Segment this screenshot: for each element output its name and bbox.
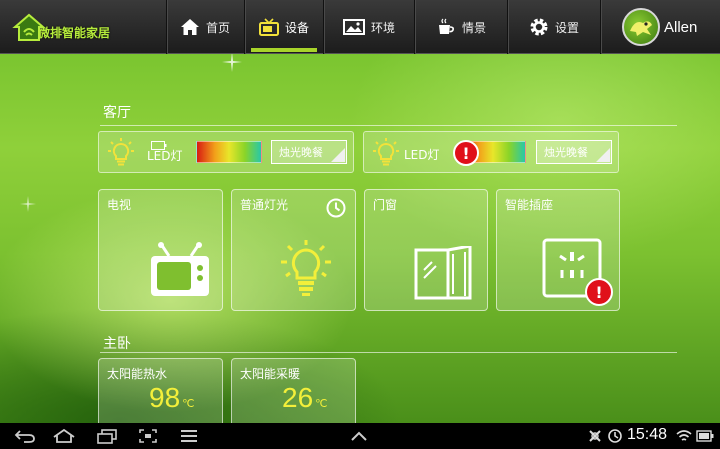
lightbulb-icon [278, 238, 334, 304]
device-tile-smart-socket[interactable]: 智能插座 ! [496, 189, 620, 311]
app-logo-text: 微排智能家居 [38, 25, 111, 40]
led-light-control-1[interactable]: LED灯 烛光晚餐 [98, 131, 354, 173]
nav-tab-settings[interactable]: 设置 [508, 0, 600, 54]
sparkle-decoration [20, 196, 36, 212]
notification-icon [588, 428, 602, 447]
section-divider [100, 352, 677, 353]
app-logo[interactable]: 微排智能家居 [12, 10, 110, 44]
menu-icon[interactable] [180, 428, 198, 448]
device-tile-label: 太阳能热水 [107, 367, 168, 381]
led-light-label: LED灯 [147, 149, 183, 163]
sparkle-decoration [222, 52, 242, 72]
temperature-value: 26 [282, 382, 314, 413]
nav-tab-scenes[interactable]: 情景 [415, 0, 507, 54]
battery-status-icon [696, 428, 714, 447]
device-tile-doors-windows[interactable]: 门窗 [364, 189, 488, 311]
recent-apps-icon[interactable] [96, 428, 118, 448]
lightbulb-icon [105, 136, 137, 172]
wifi-icon [676, 428, 692, 447]
home-icon [180, 18, 200, 36]
chevron-up-icon[interactable] [350, 428, 368, 447]
color-slider[interactable] [196, 141, 262, 163]
tv-icon [149, 242, 211, 304]
nav-tab-environment[interactable]: 环境 [324, 0, 414, 54]
led-light-label: LED灯 [404, 148, 440, 162]
nav-tab-devices[interactable]: 设备 [245, 0, 323, 54]
alert-icon: ! [585, 278, 613, 306]
frog-avatar-icon [630, 21, 652, 36]
back-icon[interactable] [14, 428, 36, 448]
temperature-readout: 98 ℃ [149, 382, 195, 414]
nav-tab-label: 设备 [284, 20, 309, 35]
system-navigation-bar: 15:48 [0, 423, 720, 449]
led-light-control-2[interactable]: LED灯 ! 烛光晚餐 [363, 131, 619, 173]
status-clock: 15:48 [627, 426, 668, 443]
house-logo-icon [12, 13, 46, 41]
window-icon [414, 244, 474, 306]
device-tile-label: 电视 [107, 198, 132, 212]
temperature-value: 98 [149, 382, 181, 413]
gear-icon [529, 17, 549, 37]
tv-icon [258, 18, 279, 36]
app-root: 微排智能家居 首页 设备 环境 情景 设置 Allen 客厅 LED灯 烛光晚餐… [0, 0, 720, 423]
screenshot-icon[interactable] [138, 428, 158, 448]
section-title-master-bedroom: 主卧 [103, 336, 131, 352]
nav-tab-label: 首页 [205, 20, 230, 35]
device-tile-ordinary-light[interactable]: 普通灯光 [231, 189, 356, 311]
temperature-unit: ℃ [315, 398, 328, 410]
section-divider [100, 125, 677, 126]
device-tile-label: 普通灯光 [240, 198, 289, 212]
nav-tab-home[interactable]: 首页 [166, 0, 244, 54]
scene-mode-dropdown[interactable]: 烛光晚餐 [536, 140, 612, 164]
user-profile[interactable]: Allen [622, 8, 697, 46]
section-title-living-room: 客厅 [103, 105, 131, 121]
username: Allen [664, 18, 698, 36]
lightbulb-icon [370, 136, 402, 172]
cup-icon [436, 17, 456, 37]
device-tile-label: 门窗 [373, 198, 398, 212]
clock-status-icon [608, 428, 622, 447]
scene-mode-dropdown[interactable]: 烛光晚餐 [271, 140, 347, 164]
home-icon[interactable] [52, 428, 76, 448]
nav-tab-label: 设置 [554, 20, 579, 35]
device-tile-solar-water-heater[interactable]: 太阳能热水 98 ℃ [98, 358, 223, 423]
temperature-unit: ℃ [182, 398, 195, 410]
nav-tab-label: 情景 [461, 20, 486, 35]
picture-icon [342, 19, 365, 35]
avatar [622, 8, 660, 46]
clock-icon[interactable] [326, 198, 346, 222]
device-tile-label: 智能插座 [505, 198, 554, 212]
alert-icon: ! [453, 140, 479, 166]
device-tile-tv[interactable]: 电视 [98, 189, 223, 311]
temperature-readout: 26 ℃ [282, 382, 328, 414]
top-navigation-bar: 微排智能家居 首页 设备 环境 情景 设置 Allen [0, 0, 720, 54]
device-tile-solar-heating[interactable]: 太阳能采暖 26 ℃ [231, 358, 356, 423]
nav-divider [600, 0, 601, 54]
nav-tab-label: 环境 [370, 20, 395, 35]
device-tile-label: 太阳能采暖 [240, 367, 301, 381]
